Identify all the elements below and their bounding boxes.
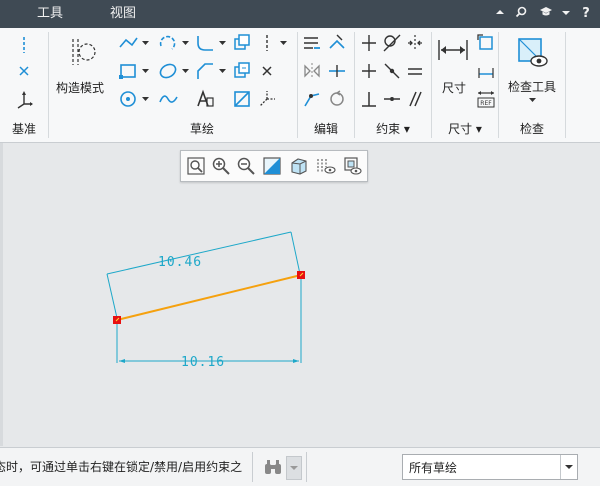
tab-view[interactable]: 视图 [106,0,140,28]
more-menu-icon[interactable] [557,4,575,24]
chevron-down-icon[interactable] [142,69,149,75]
ellipse-icon[interactable] [157,60,179,82]
datum-group: 基准 [0,28,48,142]
coincident-constraint-icon[interactable] [381,88,403,110]
divide-icon[interactable] [326,60,348,82]
perimeter-dimension-icon[interactable] [475,32,497,54]
group-divider [565,32,566,138]
parallel-constraint-icon[interactable] [404,88,426,110]
offset-icon[interactable] [231,32,253,54]
status-divider [252,452,253,482]
coordinate-system-sketch-icon[interactable] [256,88,278,110]
text-icon[interactable] [194,88,216,110]
circle-icon[interactable] [117,88,139,110]
binoculars-icon[interactable] [262,456,284,478]
collapse-ribbon-icon[interactable] [491,4,509,24]
mirror-icon[interactable] [301,60,323,82]
sketch-line[interactable] [116,274,302,321]
vertical-constraint-icon[interactable] [358,32,380,54]
symmetric-constraint-icon[interactable] [404,32,426,54]
zoom-out-icon[interactable] [235,155,257,177]
sketch-display-icon[interactable] [341,155,363,177]
sketch-canvas[interactable]: 10.46 10.16 [0,143,600,446]
chevron-down-icon[interactable] [182,41,189,47]
thicken-icon[interactable] [231,60,253,82]
edit-group-label: 编辑 [313,122,338,136]
dimension-10-16[interactable]: 10.16 [116,276,302,370]
equal-constraint-icon[interactable] [404,60,426,82]
edit-group: 编辑 [298,28,354,142]
inspect-tools-icon[interactable] [514,34,550,70]
inspect-group: 检查工具 检查 [499,28,565,142]
selection-filter-select[interactable]: 所有草绘 [402,454,578,480]
selection-filter-value: 所有草绘 [409,461,458,475]
fillet-icon[interactable] [194,32,216,54]
menu-bar: 工具 视图 ? [0,0,600,28]
reference-dimension-icon[interactable]: REF [475,88,497,110]
chevron-down-icon[interactable] [142,41,149,47]
repaint-icon[interactable] [261,155,283,177]
tab-tools[interactable]: 工具 [33,0,67,28]
dimension-value[interactable]: 10.16 [181,355,225,370]
dimension-10-46[interactable]: 10.46 [106,231,301,319]
sketch-group: 构造模式 草绘 [49,28,297,142]
dimension-group-label[interactable]: 尺寸 ▾ [432,120,498,137]
chevron-down-icon[interactable] [219,41,226,47]
sketch-group-label: 草绘 [189,122,214,136]
modify-icon[interactable] [301,32,323,54]
zoom-in-icon[interactable] [210,155,232,177]
coordinate-system-icon[interactable] [13,88,35,110]
spline-icon[interactable] [157,88,179,110]
status-bar: 态时，可通过单击右键在锁定/禁用/启用约束之 所有草绘 [0,447,600,486]
construction-mode-icon[interactable] [66,36,98,68]
find-dropdown[interactable] [286,456,302,480]
horizontal-constraint-icon[interactable] [358,60,380,82]
centerline-sketch-icon[interactable] [256,32,278,54]
chevron-down-icon[interactable] [219,69,226,75]
construction-mode-label: 构造模式 [56,81,105,95]
perpendicular-constraint-icon[interactable] [358,88,380,110]
dimension-icon[interactable] [436,36,470,64]
chevron-down-icon[interactable] [280,41,287,47]
datum-group-label: 基准 [11,122,36,136]
arc-icon[interactable] [157,32,179,54]
graduation-cap-icon[interactable] [537,4,555,24]
delete-segment-icon[interactable] [326,32,348,54]
ribbon: 基准 构造模式 草绘 编辑 约束 ▾ 尺寸 REF 尺寸 ▾ 检查工具 检查 [0,28,600,143]
chevron-down-icon[interactable] [560,455,577,479]
tangent-constraint-icon[interactable] [381,32,403,54]
search-icon[interactable] [512,4,530,24]
status-message: 态时，可通过单击右键在锁定/禁用/启用约束之 [0,460,243,474]
centerline-tool[interactable] [13,34,35,56]
rectangle-icon[interactable] [117,60,139,82]
constraint-group-label[interactable]: 约束 ▾ [355,120,431,137]
rotate-resize-icon[interactable] [326,88,348,110]
line-icon[interactable] [117,32,139,54]
baseline-dimension-icon[interactable] [475,60,497,82]
point-icon[interactable] [256,60,278,82]
midpoint-constraint-icon[interactable] [381,60,403,82]
inspect-tools-label[interactable]: 检查工具 [508,78,556,95]
inspect-group-label: 检查 [519,122,544,136]
svg-text:REF: REF [480,100,492,107]
chevron-down-icon[interactable] [529,98,536,104]
project-icon[interactable] [231,88,253,110]
chamfer-icon[interactable] [194,60,216,82]
constraint-group: 约束 ▾ [355,28,431,142]
corner-icon[interactable] [301,88,323,110]
chevron-down-icon[interactable] [142,97,149,103]
dimension-group: 尺寸 REF 尺寸 ▾ [432,28,498,142]
graphics-toolbar [180,150,368,182]
help-icon[interactable]: ? [577,4,595,24]
status-divider [306,452,307,482]
refit-icon[interactable] [185,155,207,177]
dimension-label: 尺寸 [442,81,467,95]
display-style-icon[interactable] [288,155,310,177]
datum-display-icon[interactable] [315,155,337,177]
datum-point-icon[interactable] [13,60,35,82]
dimension-value[interactable]: 10.46 [158,255,202,270]
chevron-down-icon[interactable] [182,69,189,75]
